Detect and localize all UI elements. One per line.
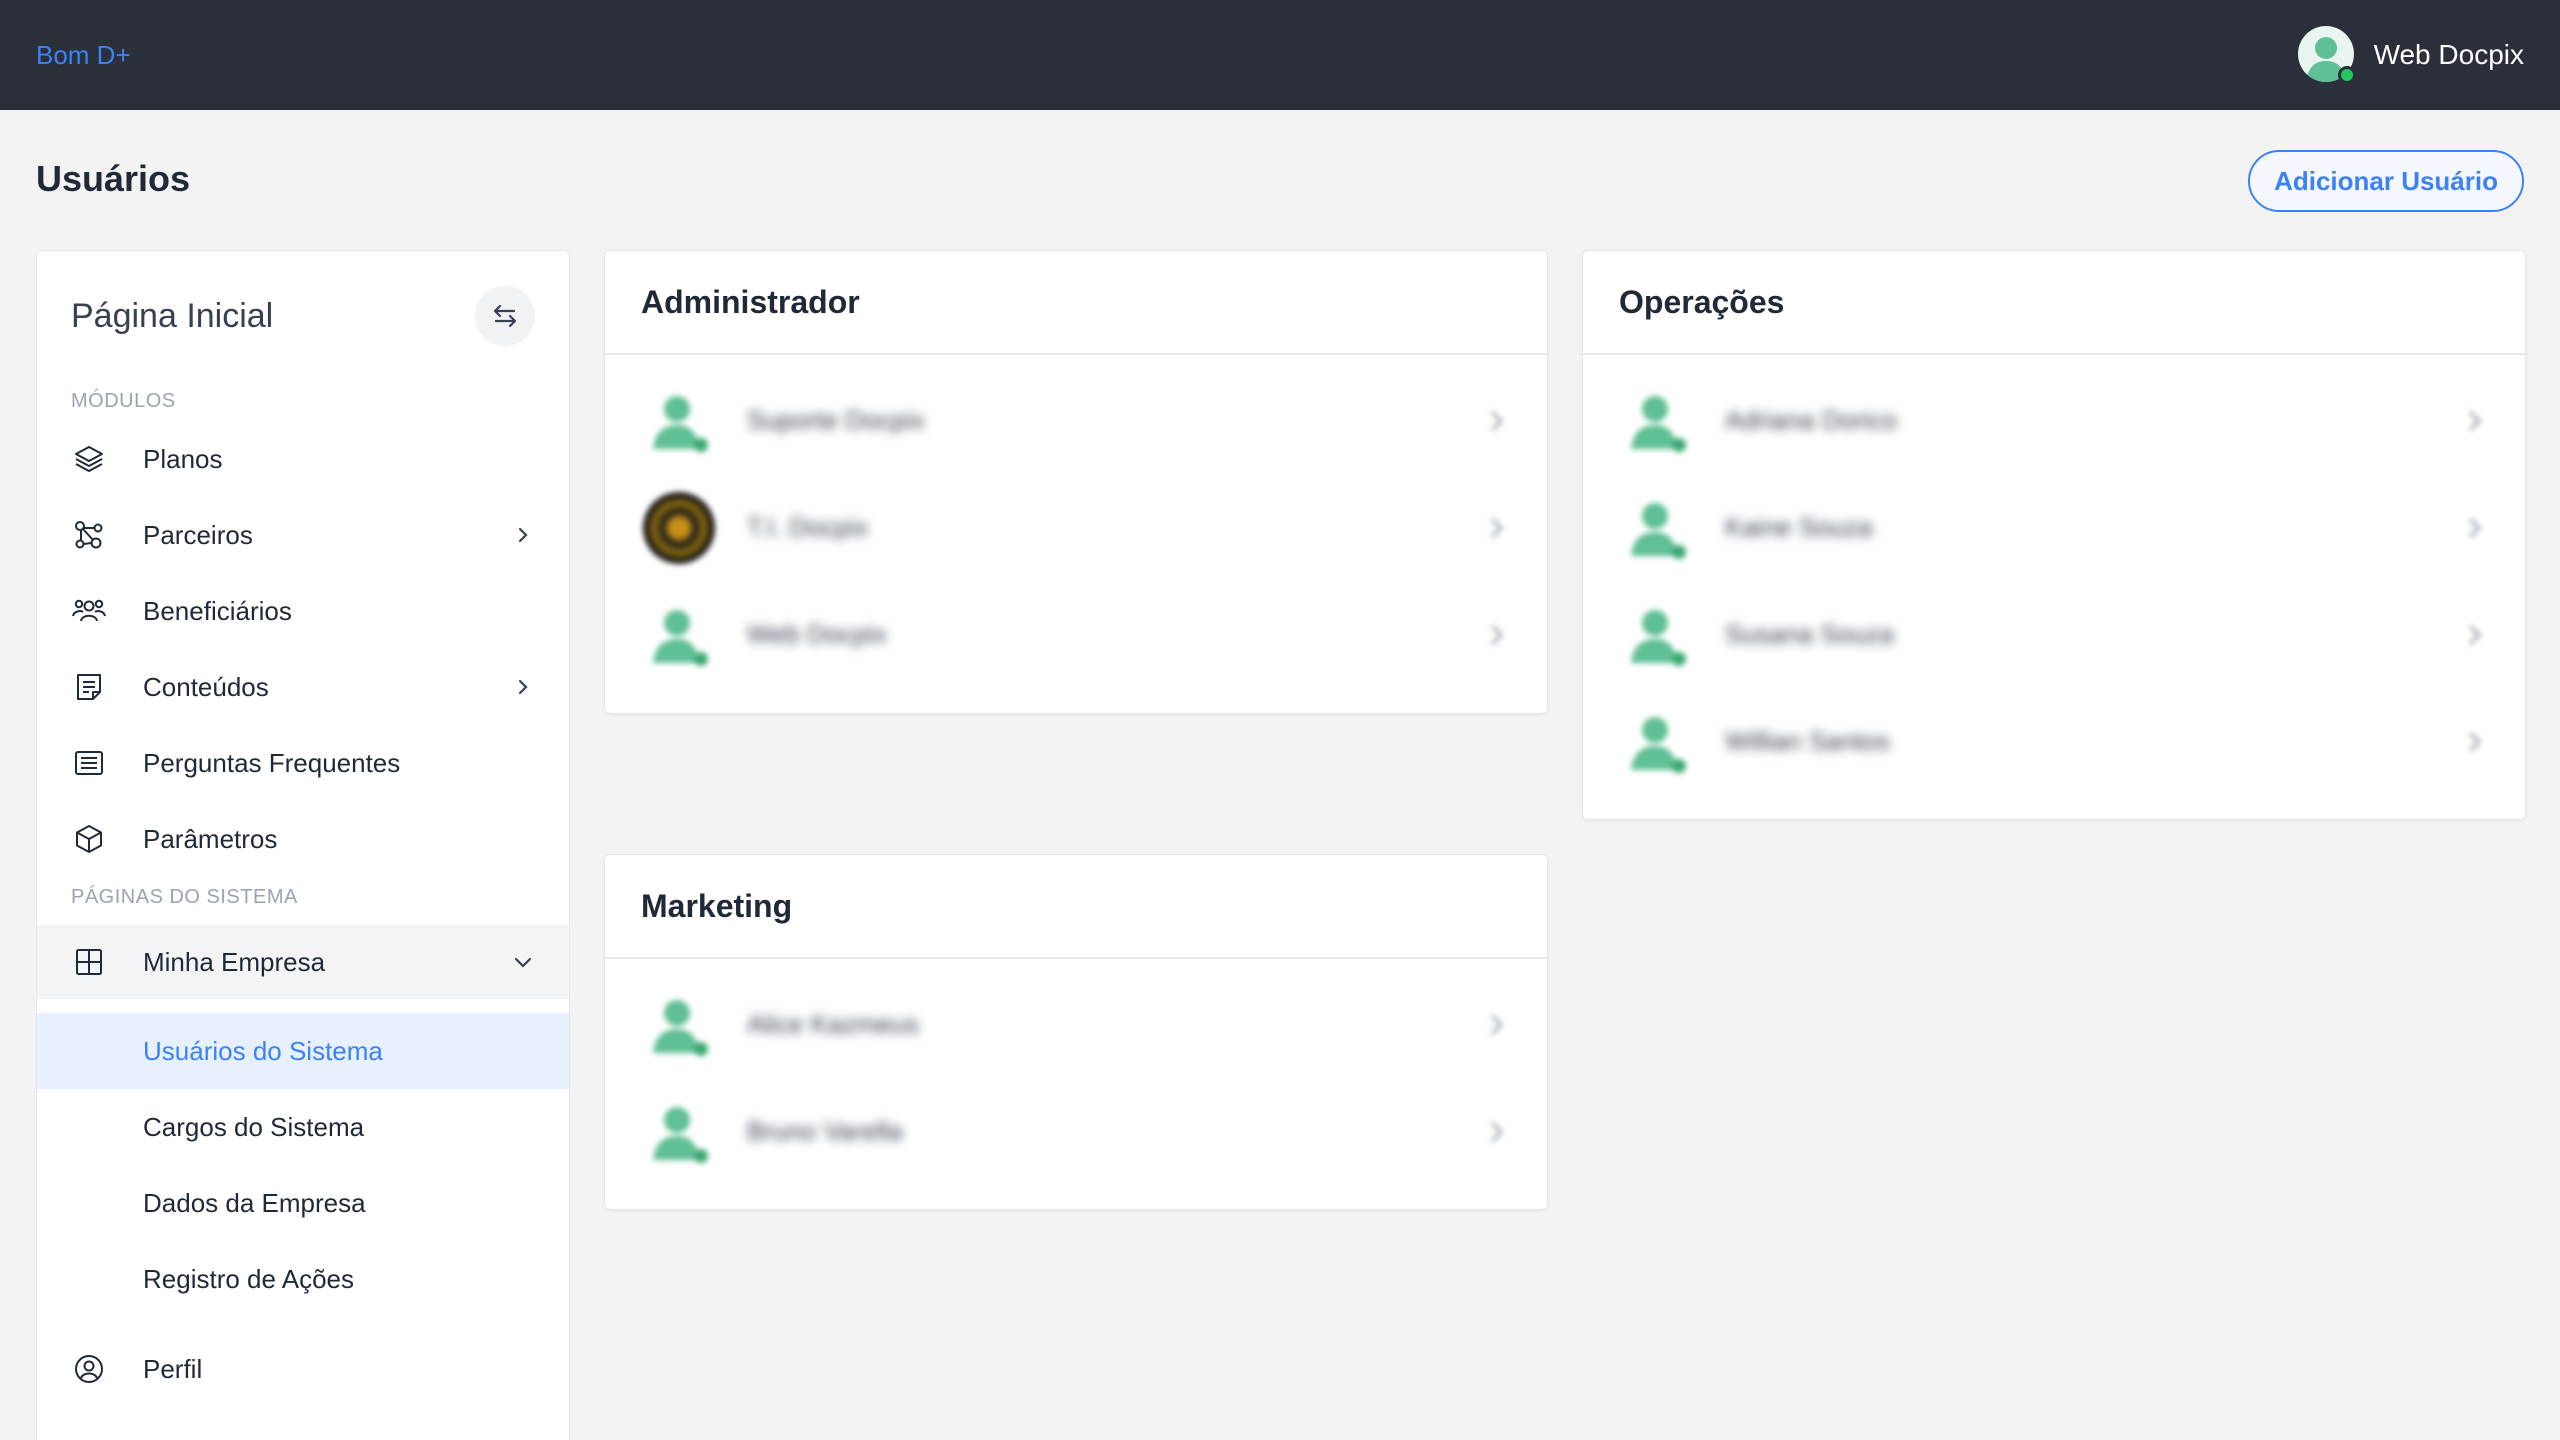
sidebar-collapse-button[interactable] <box>475 286 535 346</box>
layers-icon <box>71 441 107 477</box>
page-title: Usuários <box>36 158 191 199</box>
user-row[interactable]: Alice Kazmeus <box>605 971 1547 1078</box>
user-circle-icon <box>71 1351 107 1387</box>
user-name: Kaine Souza <box>1725 512 1873 542</box>
sidebar-title[interactable]: Página Inicial <box>71 297 273 336</box>
sidebar-item-label: Minha Empresa <box>143 946 326 977</box>
user-name: Suporte Docpix <box>747 405 925 435</box>
chevron-down-icon <box>511 950 535 974</box>
sidebar-item-label: Parceiros <box>143 519 253 550</box>
list-icon <box>71 745 107 781</box>
cube-icon <box>71 821 107 857</box>
user-row[interactable]: Web Docpix <box>605 581 1547 688</box>
card-title: Marketing <box>605 855 1547 959</box>
card-title: Administrador <box>605 251 1547 355</box>
sidebar-subitem-dados-da-empresa[interactable]: Dados da Empresa <box>37 1165 569 1241</box>
user-avatar-icon <box>641 987 717 1063</box>
user-name: Web Docpix <box>2373 39 2524 70</box>
chevron-right-icon <box>2459 513 2489 543</box>
add-user-button[interactable]: Adicionar Usuário <box>2248 150 2524 212</box>
user-photo-avatar <box>641 490 717 566</box>
group-card-operacoes: Operações Adriana Dorico Kaine Souza Sus… <box>1582 250 2526 820</box>
sidebar-item-conteudos[interactable]: Conteúdos <box>37 649 569 725</box>
top-bar: Bom D+ Web Docpix <box>0 0 2560 110</box>
sidebar-header: Página Inicial <box>37 251 569 381</box>
sidebar-subitem-cargos-do-sistema[interactable]: Cargos do Sistema <box>37 1089 569 1165</box>
users-icon <box>71 593 107 629</box>
sidebar-section-modules: MÓDULOS <box>71 389 176 412</box>
sidebar-item-parametros[interactable]: Parâmetros <box>37 801 569 877</box>
sidebar-item-minha-empresa[interactable]: Minha Empresa <box>37 925 569 999</box>
document-icon <box>71 669 107 705</box>
chevron-right-icon <box>2459 727 2489 757</box>
user-avatar-icon <box>641 1094 717 1170</box>
chevron-right-icon <box>2459 620 2489 650</box>
sidebar-item-label: Perfil <box>143 1353 203 1384</box>
user-name: Willian Santos <box>1725 726 1890 756</box>
user-row[interactable]: T.I. Docpix <box>605 474 1547 581</box>
sidebar-item-label: Planos <box>143 443 223 474</box>
chevron-right-icon <box>1481 406 1511 436</box>
user-avatar-icon <box>641 597 717 673</box>
user-avatar-icon <box>1619 383 1695 459</box>
user-avatar-icon <box>1619 704 1695 780</box>
chevron-right-icon <box>2459 406 2489 436</box>
chevron-right-icon <box>1481 513 1511 543</box>
sidebar-item-label: Conteúdos <box>143 671 269 702</box>
user-name: Bruno Varella <box>747 1116 903 1146</box>
sidebar-item-label: Parâmetros <box>143 823 278 854</box>
chevron-right-icon <box>1481 620 1511 650</box>
sidebar-item-perfil[interactable]: Perfil <box>37 1331 569 1407</box>
user-name: Susana Souza <box>1725 619 1895 649</box>
chevron-right-icon <box>1481 1010 1511 1040</box>
chevron-right-icon <box>511 523 535 547</box>
sidebar-item-parceiros[interactable]: Parceiros <box>37 497 569 573</box>
user-avatar <box>2297 26 2356 84</box>
grid-icon <box>71 944 107 980</box>
sidebar-section-pages: PÁGINAS DO SISTEMA <box>71 885 298 908</box>
network-icon <box>71 517 107 553</box>
sidebar-subitem-registro-de-acoes[interactable]: Registro de Ações <box>37 1241 569 1317</box>
chevron-right-icon <box>511 675 535 699</box>
user-avatar-icon <box>1619 490 1695 566</box>
user-row[interactable]: Susana Souza <box>1583 581 2525 688</box>
sidebar-item-label: Beneficiários <box>143 595 292 626</box>
brand-link[interactable]: Bom D+ <box>36 40 131 71</box>
user-name: T.I. Docpix <box>747 512 869 542</box>
user-avatar-icon <box>641 383 717 459</box>
user-row[interactable]: Adriana Dorico <box>1583 367 2525 474</box>
sidebar: Página Inicial MÓDULOS Planos Parceiros … <box>36 250 570 1440</box>
card-title: Operações <box>1583 251 2525 355</box>
user-row[interactable]: Bruno Varella <box>605 1078 1547 1185</box>
sidebar-subitem-usuarios-do-sistema[interactable]: Usuários do Sistema <box>37 1013 569 1089</box>
online-status-icon <box>2337 66 2356 84</box>
group-card-marketing: Marketing Alice Kazmeus Bruno Varella <box>604 854 1548 1210</box>
user-row[interactable]: Kaine Souza <box>1583 474 2525 581</box>
swap-arrows-icon <box>493 304 517 328</box>
chevron-right-icon <box>1481 1117 1511 1147</box>
user-avatar-icon <box>1619 597 1695 673</box>
user-name: Alice Kazmeus <box>747 1009 919 1039</box>
user-row[interactable]: Willian Santos <box>1583 688 2525 795</box>
sidebar-item-perguntas-frequentes[interactable]: Perguntas Frequentes <box>37 725 569 801</box>
user-name: Adriana Dorico <box>1725 405 1897 435</box>
user-name: Web Docpix <box>747 619 887 649</box>
user-menu[interactable]: Web Docpix <box>2297 26 2524 84</box>
group-card-administrador: Administrador Suporte Docpix T.I. Docpix… <box>604 250 1548 714</box>
sidebar-item-label: Perguntas Frequentes <box>143 747 401 778</box>
user-row[interactable]: Suporte Docpix <box>605 367 1547 474</box>
sidebar-item-beneficiarios[interactable]: Beneficiários <box>37 573 569 649</box>
sidebar-item-planos[interactable]: Planos <box>37 421 569 497</box>
